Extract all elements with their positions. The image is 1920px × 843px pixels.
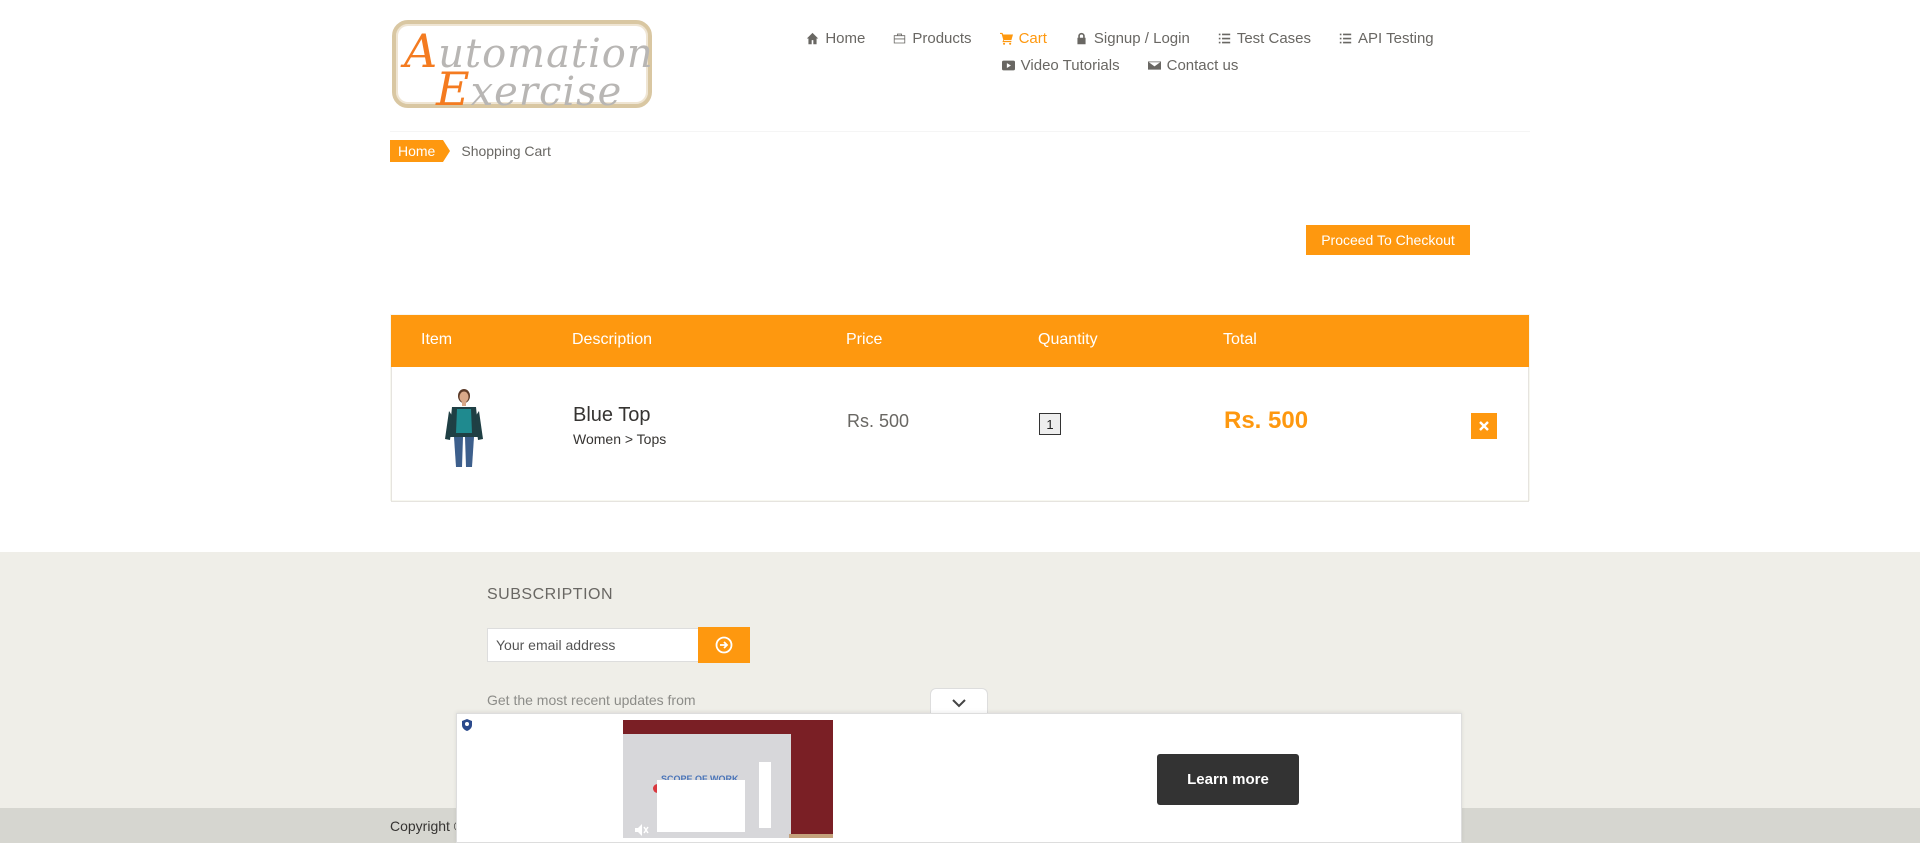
nav-cart[interactable]: Cart <box>986 30 1061 47</box>
envelope-icon <box>1147 61 1161 70</box>
ad-image[interactable]: SCOPE OF WORK <box>623 720 833 838</box>
column-header-price: Price <box>846 331 883 348</box>
copyright-text: Copyright © <box>390 818 465 834</box>
product-name-link[interactable]: Blue Top <box>573 404 650 427</box>
column-header-description: Description <box>572 331 653 348</box>
site-logo[interactable]: Automation Exercise <box>392 20 653 116</box>
subscription-title: SUBSCRIPTION <box>487 586 614 603</box>
product-image[interactable] <box>442 387 486 469</box>
column-header-quantity: Quantity <box>1038 331 1098 348</box>
product-total: Rs. 500 <box>1224 407 1309 434</box>
list-icon <box>1218 33 1231 44</box>
home-icon <box>807 32 819 45</box>
nav-products[interactable]: Products <box>879 30 985 47</box>
breadcrumb-current: Shopping Cart <box>461 143 551 159</box>
ad-screen-mockup: SCOPE OF WORK <box>623 734 791 838</box>
ad-screen-panel <box>657 780 745 832</box>
ad-banner: SCOPE OF WORK Learn more <box>456 713 1462 843</box>
mute-icon[interactable] <box>633 822 649 838</box>
lock-icon <box>1077 32 1086 45</box>
nav-api-testing[interactable]: API Testing <box>1325 30 1448 47</box>
learn-more-button[interactable]: Learn more <box>1157 754 1299 805</box>
nav-home[interactable]: Home <box>792 30 879 47</box>
nav-contact-us[interactable]: Contact us <box>1134 57 1253 74</box>
logo-line-2: Exercise <box>436 62 623 116</box>
subscription-text: Get the most recent updates from <box>487 692 696 708</box>
close-icon <box>1479 421 1489 431</box>
list-icon <box>1339 33 1352 44</box>
nav-test-cases[interactable]: Test Cases <box>1204 30 1325 47</box>
nav-row-1: Home Products Cart Signup / Login Test C… <box>790 30 1450 47</box>
ad-decor <box>789 834 833 838</box>
nav-video-tutorials[interactable]: Video Tutorials <box>988 57 1134 74</box>
ad-choices-icon[interactable] <box>460 718 474 732</box>
briefcase-icon <box>894 33 906 44</box>
subscribe-email-input[interactable] <box>487 628 699 662</box>
quantity-display: 1 <box>1039 413 1061 435</box>
ad-screen-sidebar <box>759 762 771 828</box>
cart-table-header: Item Description Price Quantity Total <box>391 315 1529 367</box>
delete-item-button[interactable] <box>1471 413 1497 439</box>
column-header-item: Item <box>421 331 453 348</box>
cart-table: Item Description Price Quantity Total Bl… <box>390 314 1530 502</box>
nav-signup-login[interactable]: Signup / Login <box>1061 30 1204 47</box>
subscribe-button[interactable] <box>698 627 750 663</box>
column-header-total: Total <box>1223 331 1257 348</box>
cart-row: Blue Top Women > Tops Rs. 500 1 Rs. 500 <box>391 367 1529 502</box>
proceed-to-checkout-button[interactable]: Proceed To Checkout <box>1306 225 1470 255</box>
breadcrumb-home-link[interactable]: Home <box>390 140 451 162</box>
breadcrumb: Home Shopping Cart <box>390 140 551 162</box>
shopping-cart-icon <box>999 32 1013 45</box>
product-price: Rs. 500 <box>847 411 910 431</box>
arrow-circle-right-icon <box>715 636 733 654</box>
youtube-play-icon <box>1001 60 1015 71</box>
product-category: Women > Tops <box>573 431 667 447</box>
main-nav: Home Products Cart Signup / Login Test C… <box>790 30 1450 74</box>
header-divider <box>390 131 1530 132</box>
chevron-down-icon <box>952 699 966 708</box>
nav-row-2: Video Tutorials Contact us <box>790 57 1450 74</box>
